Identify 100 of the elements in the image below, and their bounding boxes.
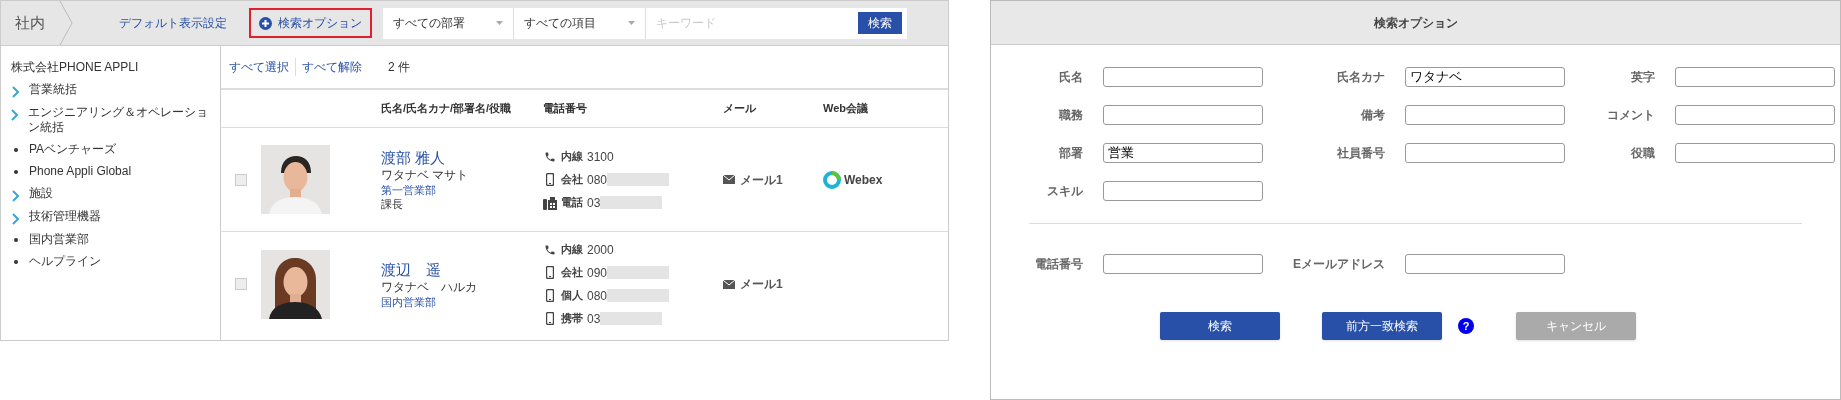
department-item[interactable]: 施設 xyxy=(29,186,53,201)
company-name[interactable]: 株式会社PHONE APPLI xyxy=(11,58,214,76)
fax-icon xyxy=(543,195,557,210)
department-item[interactable]: 営業統括 xyxy=(29,82,77,97)
department-item[interactable]: ヘルプライン xyxy=(29,254,101,269)
phone-number[interactable]: 080 xyxy=(587,286,608,305)
select-all-link[interactable]: すべて選択 xyxy=(229,58,296,76)
phone-number[interactable]: 3100 xyxy=(587,147,614,166)
phone-type: 内線 xyxy=(561,149,583,165)
bullet-icon xyxy=(14,148,18,152)
field-label: 備考 xyxy=(1360,107,1385,124)
input-field[interactable] xyxy=(1405,254,1565,274)
search-button[interactable]: 前方一致検索 xyxy=(1322,312,1442,340)
chevron-icon xyxy=(11,109,20,121)
item-select[interactable]: すべての項目 xyxy=(514,7,646,39)
department-item[interactable]: 国内営業部 xyxy=(29,232,89,247)
field-label: 英字 xyxy=(1630,69,1655,86)
input-field[interactable] xyxy=(1103,254,1263,274)
field-label: 職務 xyxy=(1058,107,1083,124)
ring-logo-icon xyxy=(823,170,841,189)
department-select[interactable]: すべての部署 xyxy=(383,7,514,39)
person-name[interactable]: 渡辺 遥 xyxy=(381,259,543,280)
phone-type: 会社 xyxy=(561,172,583,188)
caret-icon xyxy=(628,21,635,25)
checkbox[interactable] xyxy=(235,173,247,186)
phone-number[interactable]: 2000 xyxy=(587,240,614,259)
web-meeting-link[interactable]: Webex xyxy=(844,170,883,189)
field-label: 役職 xyxy=(1630,145,1655,162)
phone-type: 携帯 xyxy=(561,311,583,327)
name-kana: ワタナベ マサト xyxy=(381,168,470,183)
person-name[interactable]: 渡部 雅人 xyxy=(381,148,543,168)
bullet-icon xyxy=(14,260,18,264)
mobile-phone-icon xyxy=(546,266,554,279)
redaction-mask xyxy=(607,289,670,302)
department-item[interactable]: 技術管理機器 xyxy=(29,209,101,224)
chevron-icon xyxy=(12,86,20,98)
field-label: コメント xyxy=(1606,107,1655,124)
phone-icon xyxy=(544,150,556,163)
default-view-link[interactable]: デフォルト表示設定 xyxy=(119,14,227,32)
input-field[interactable] xyxy=(1103,181,1263,201)
phone-number[interactable]: 090 xyxy=(587,263,608,282)
dialog-title: 検索オプション xyxy=(1373,14,1458,32)
plus-circle-icon xyxy=(259,16,272,30)
caret-icon xyxy=(496,21,503,25)
department-item[interactable]: Phone Appli Global xyxy=(29,164,132,179)
phone-icon xyxy=(544,243,556,256)
redaction-mask xyxy=(607,173,670,186)
deselect-all-link[interactable]: すべて解除 xyxy=(302,58,362,76)
field-label: スキル xyxy=(1046,183,1083,200)
input-field[interactable] xyxy=(1675,105,1835,125)
field-label: 電話番号 xyxy=(1034,256,1083,273)
redaction-mask xyxy=(600,312,663,325)
department-link[interactable]: 第一営業部 xyxy=(381,183,543,197)
mail-link[interactable]: メール1 xyxy=(740,170,783,189)
name-kana: ワタナベ ハルカ xyxy=(381,279,478,295)
input-field[interactable] xyxy=(1675,67,1835,87)
search-button[interactable]: 検索 xyxy=(1160,312,1280,340)
column-header: Web会議 xyxy=(823,101,870,117)
column-header: メール xyxy=(723,101,757,117)
phone-number[interactable]: 03 xyxy=(587,193,601,212)
help-icon[interactable]: ? xyxy=(1458,318,1474,334)
breadcrumb-chevron-icon xyxy=(59,1,73,45)
input-field[interactable] xyxy=(1405,105,1565,125)
field-label: 氏名カナ xyxy=(1336,69,1385,86)
department-link[interactable]: 国内営業部 xyxy=(381,294,543,309)
search-button[interactable]: 検索 xyxy=(858,12,902,34)
search-options-button[interactable]: 検索オプション xyxy=(249,8,372,38)
bullet-icon xyxy=(14,238,18,242)
phone-type: 内線 xyxy=(561,242,583,258)
redaction-mask xyxy=(607,266,670,279)
input-field[interactable]: ワタナベ xyxy=(1405,67,1565,87)
field-label: 社員番号 xyxy=(1336,145,1385,162)
job-title: 課長 xyxy=(381,197,404,211)
chevron-icon xyxy=(12,190,20,202)
mobile-phone-icon xyxy=(546,289,554,302)
phone-number[interactable]: 080 xyxy=(587,170,608,189)
breadcrumb[interactable]: 社内 xyxy=(15,11,45,35)
field-label: 氏名 xyxy=(1058,69,1083,86)
department-item[interactable]: エンジニアリング＆オペレーション統括 xyxy=(27,105,214,135)
field-label: Eメールアドレス xyxy=(1292,256,1385,273)
result-count: 2 件 xyxy=(388,59,410,76)
chevron-icon xyxy=(12,213,20,225)
mail-link[interactable]: メール1 xyxy=(740,275,783,293)
mobile-phone-icon xyxy=(546,173,554,186)
column-header: 電話番号 xyxy=(543,101,588,117)
mobile-phone-icon xyxy=(546,312,554,325)
envelope-icon xyxy=(723,279,735,289)
department-item[interactable]: PAベンチャーズ xyxy=(29,142,117,157)
envelope-icon xyxy=(723,175,735,184)
input-field[interactable] xyxy=(1103,105,1263,125)
checkbox[interactable] xyxy=(235,278,247,290)
input-field[interactable] xyxy=(1405,143,1565,163)
bullet-icon xyxy=(14,170,18,174)
redaction-mask xyxy=(600,196,663,209)
input-field[interactable] xyxy=(1103,67,1263,87)
phone-number[interactable]: 03 xyxy=(587,309,601,328)
input-field[interactable] xyxy=(1675,143,1835,163)
field-label: 部署 xyxy=(1058,145,1083,162)
phone-type: 個人 xyxy=(561,288,583,304)
input-field[interactable]: 営業 xyxy=(1103,143,1263,163)
